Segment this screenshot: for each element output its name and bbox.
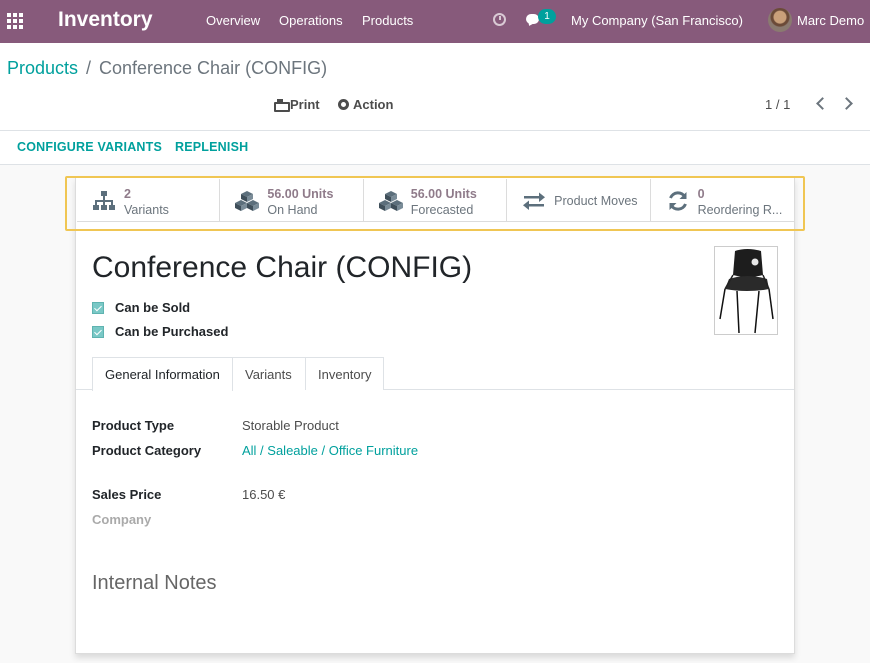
action-button[interactable]: Action (338, 97, 393, 112)
breadcrumb-current: Conference Chair (CONFIG) (99, 58, 328, 78)
chevron-right-icon[interactable] (840, 97, 853, 110)
product-name[interactable]: Conference Chair (CONFIG) (92, 251, 472, 285)
activity-clock-icon[interactable] (493, 13, 506, 26)
sales-price-field[interactable]: 16.50 € (242, 487, 285, 502)
chat-count-badge: 1 (538, 9, 556, 24)
breadcrumb-products-link[interactable]: Products (7, 58, 78, 79)
menu-overview[interactable]: Overview (206, 13, 260, 28)
product-category-label: Product Category (92, 443, 202, 458)
gear-icon (338, 99, 349, 110)
print-label: Print (290, 97, 320, 112)
notebook-tabs: General Information Variants Inventory (76, 357, 794, 391)
can-be-sold-checkbox[interactable] (92, 301, 104, 314)
can-be-sold-label: Can be Sold (115, 300, 191, 315)
top-navbar: Inventory Overview Operations Products 1… (0, 0, 870, 43)
can-be-purchased-label: Can be Purchased (115, 324, 229, 339)
product-image[interactable] (714, 246, 778, 335)
apps-menu-icon[interactable] (7, 13, 25, 29)
replenish-button[interactable]: REPLENISH (175, 140, 248, 154)
sales-price-label: Sales Price (92, 487, 162, 502)
action-label: Action (353, 97, 394, 112)
tab-variants[interactable]: Variants (233, 357, 306, 390)
form-statusbar: CONFIGURE VARIANTS REPLENISH (0, 131, 870, 165)
can-be-purchased-checkbox[interactable] (92, 325, 104, 338)
print-icon (274, 99, 290, 112)
menu-operations[interactable]: Operations (279, 13, 343, 28)
can-be-sold-row: Can be Sold (92, 300, 190, 315)
print-button[interactable]: Print (274, 97, 320, 112)
app-title[interactable]: Inventory (58, 8, 153, 32)
highlight-frame (65, 176, 805, 231)
pager-value[interactable]: 1 / 1 (765, 97, 790, 112)
chevron-left-icon[interactable] (816, 97, 829, 110)
product-category-link[interactable]: All / Saleable / Office Furniture (242, 443, 418, 458)
breadcrumb-separator: / (86, 58, 92, 78)
menu-products[interactable]: Products (362, 13, 413, 28)
avatar[interactable] (768, 8, 792, 32)
tab-general-information[interactable]: General Information (92, 357, 233, 391)
can-be-purchased-row: Can be Purchased (92, 324, 228, 339)
internal-notes-title: Internal Notes (92, 572, 217, 594)
product-type-label: Product Type (92, 418, 175, 433)
control-panel: Products / Conference Chair (CONFIG) Pri… (0, 43, 870, 131)
company-label: Company (92, 512, 152, 527)
tab-inventory[interactable]: Inventory (306, 357, 384, 390)
product-type-field[interactable]: Storable Product (242, 418, 339, 433)
user-menu[interactable]: Marc Demo (797, 13, 864, 28)
company-switcher[interactable]: My Company (San Francisco) (571, 13, 743, 28)
chair-image (719, 249, 774, 334)
configure-variants-button[interactable]: CONFIGURE VARIANTS (17, 140, 162, 154)
